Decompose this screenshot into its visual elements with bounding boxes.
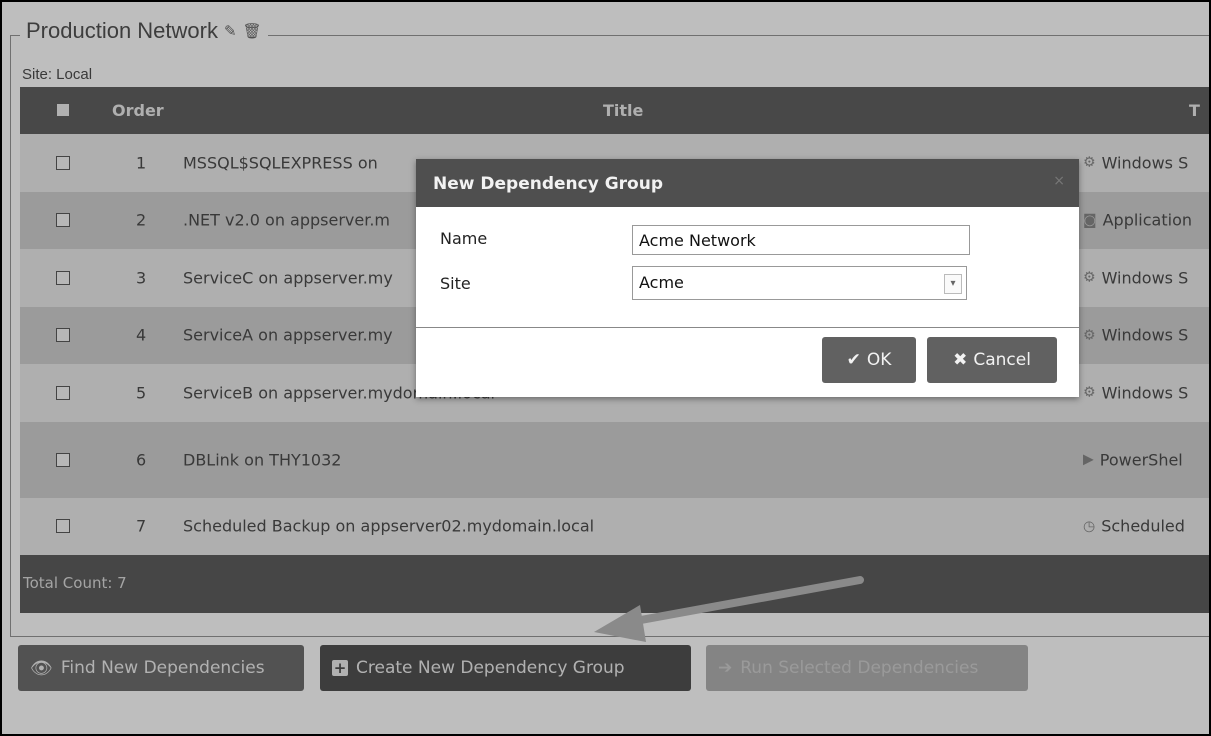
site-select-value: Acme	[639, 273, 684, 292]
check-icon: ✔	[846, 350, 861, 370]
chevron-down-icon[interactable]: ▾	[944, 274, 962, 294]
close-icon[interactable]: ×	[1053, 173, 1065, 189]
cancel-button[interactable]: ✖ Cancel	[927, 337, 1057, 383]
name-input[interactable]	[632, 225, 970, 255]
site-field-label: Site	[440, 274, 471, 293]
new-dependency-group-dialog: New Dependency Group × Name Site Acme ▾ …	[416, 159, 1079, 397]
screen: Production Network ✎ 🗑 Site: Local Order…	[0, 0, 1211, 736]
cancel-label: Cancel	[973, 350, 1031, 370]
dialog-divider	[416, 327, 1079, 328]
ok-label: OK	[866, 350, 892, 370]
x-icon: ✖	[953, 350, 968, 370]
ok-button[interactable]: ✔ OK	[822, 337, 916, 383]
site-select[interactable]: Acme ▾	[632, 266, 967, 300]
dialog-title: New Dependency Group	[433, 174, 663, 194]
name-label: Name	[440, 229, 488, 248]
dialog-header: New Dependency Group ×	[416, 159, 1079, 207]
